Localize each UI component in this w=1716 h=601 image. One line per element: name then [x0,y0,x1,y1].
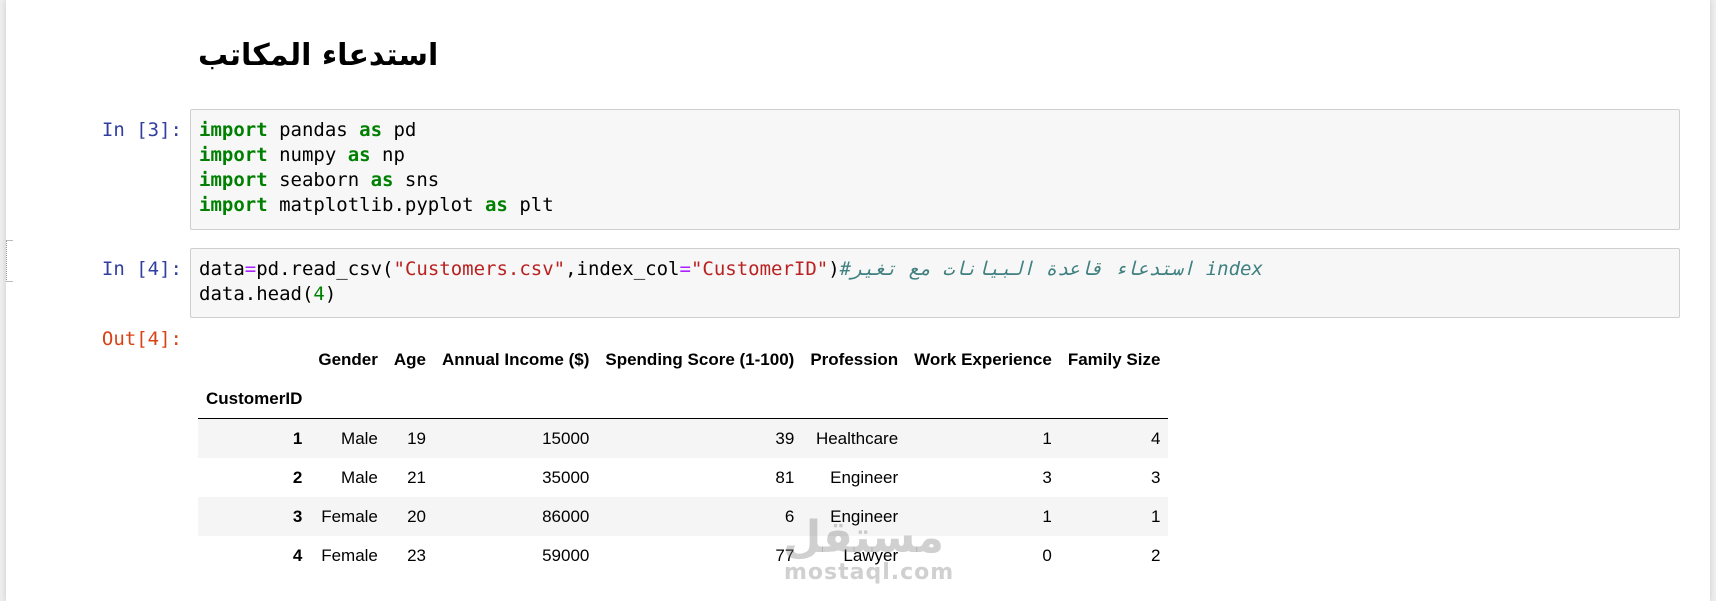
column-header: Work Experience [914,349,1052,369]
code-token: "CustomerID" [690,258,829,280]
table-cell: 3 [1042,467,1052,487]
table-cell: 4 [1150,428,1161,448]
code-token: data [199,258,245,280]
table-cell: 20 [407,506,427,526]
code-line[interactable]: import seaborn as sns [199,168,1671,193]
row-index: 3 [292,506,303,526]
table-cell: 59000 [542,545,590,565]
table-cell: 23 [407,545,427,565]
table-cell: 21 [407,467,427,487]
row-index: 2 [292,467,303,487]
index-name-header: CustomerID [206,388,303,408]
code-token: numpy [267,144,348,166]
table-cell: 15000 [542,428,590,448]
table-cell: 2 [1150,545,1161,565]
table-cell: 19 [407,428,427,448]
markdown-heading: استدعاء المكاتب [198,38,439,73]
column-header: Age [393,349,427,369]
table-body: 1 Male 19 15000 39 Healthcare 1 4 2 Male 21 35000 81… [198,418,1169,576]
table-row: 3 Female 20 86000 6 Engineer 1 1 [198,497,1169,536]
code-line[interactable]: data=pd.read_csv("Customers.csv",index_c… [199,257,1671,282]
table-cell: 6 [784,506,795,526]
code-token: import [199,169,268,191]
table-cell: Healthcare [815,428,899,448]
table-cell: Engineer [830,467,899,487]
column-header: Profession [810,349,899,369]
code-token: matplotlib.pyplot [267,194,485,216]
code-token: seaborn [267,169,371,191]
index-name-filler [310,379,1168,419]
code-token: as [359,119,383,141]
table-row: 1 Male 19 15000 39 Healthcare 1 4 [198,418,1169,458]
table-header-row: Gender Age Annual Income ($) Spending Score… [198,340,1168,379]
code-token: import [199,194,268,216]
code-token: ) [828,258,840,280]
code-cell-read-csv[interactable]: data=pd.read_csv("Customers.csv",index_c… [190,248,1680,318]
code-cell-imports-source[interactable]: import pandas as pd import numpy as np imp… [199,118,1671,218]
code-cell-imports[interactable]: import pandas as pd import numpy as np imp… [190,109,1680,230]
code-token: import [199,144,268,166]
code-token: ,index_col [565,258,680,280]
corner-header [198,340,310,379]
table-cell: 1 [1042,506,1052,526]
table-index-name-row: CustomerID [198,379,1169,419]
table-cell: 86000 [542,506,590,526]
table-cell: 35000 [542,467,590,487]
table-cell: 1 [1150,506,1161,526]
table-cell: Engineer [830,506,899,526]
code-token: pd.read_csv( [256,258,394,280]
code-token: data.head( [199,283,314,305]
table-row: 4 Female 23 59000 77 Lawyer 0 2 [198,536,1168,575]
code-token: np [370,144,405,166]
table-cell: Lawyer [843,545,899,565]
code-token: pandas [267,119,360,141]
code-token: #استدعاء قاعدة البيانات مع تغير index [839,258,1263,280]
table-cell: 39 [775,428,795,448]
column-header: Annual Income ($) [442,349,590,369]
notebook-page: استدعاء المكاتب In [3]: import pandas as… [6,0,1710,601]
code-token: plt [507,194,554,216]
table-cell: 3 [1150,467,1161,487]
column-header: Spending Score (1-100) [605,349,795,369]
row-index: 1 [292,428,303,448]
code-token: ) [324,283,337,305]
cell-prompt-in-4: In [4]: [101,258,182,280]
table-row: 2 Male 21 35000 81 Engineer 3 3 [198,458,1168,497]
table-cell: 1 [1042,428,1052,448]
row-index: 4 [292,545,303,565]
code-token: as [347,144,371,166]
table-cell: Female [321,545,378,565]
code-token: import [199,119,268,141]
code-line[interactable]: data.head(4) [199,282,1671,307]
table-cell: Male [341,467,378,487]
code-line[interactable]: import pandas as pd [199,118,1671,143]
column-header: Gender [318,349,378,369]
cell-prompt-in-3: In [3]: [101,119,182,141]
code-token: pd [382,119,417,141]
code-token: as [484,194,508,216]
column-header: Family Size [1067,349,1161,369]
dataframe-output-table: Gender Age Annual Income ($) Spending Score… [198,340,1169,576]
table-cell: 0 [1042,545,1052,565]
code-token: as [370,169,394,191]
table-cell: 77 [775,545,795,565]
table-cell: 81 [775,467,795,487]
code-line[interactable]: import numpy as np [199,143,1671,168]
cell-prompt-out-4: Out[4]: [101,328,182,350]
code-line[interactable]: import matplotlib.pyplot as plt [199,193,1671,218]
table-cell: Male [341,428,378,448]
code-token: = [679,258,691,280]
table-cell: Female [321,506,378,526]
code-token: "Customers.csv" [393,258,566,280]
code-cell-read-csv-source[interactable]: data=pd.read_csv("Customers.csv",index_c… [199,257,1671,307]
code-token: = [244,258,257,280]
code-token: 4 [313,283,325,305]
code-token: sns [393,169,440,191]
